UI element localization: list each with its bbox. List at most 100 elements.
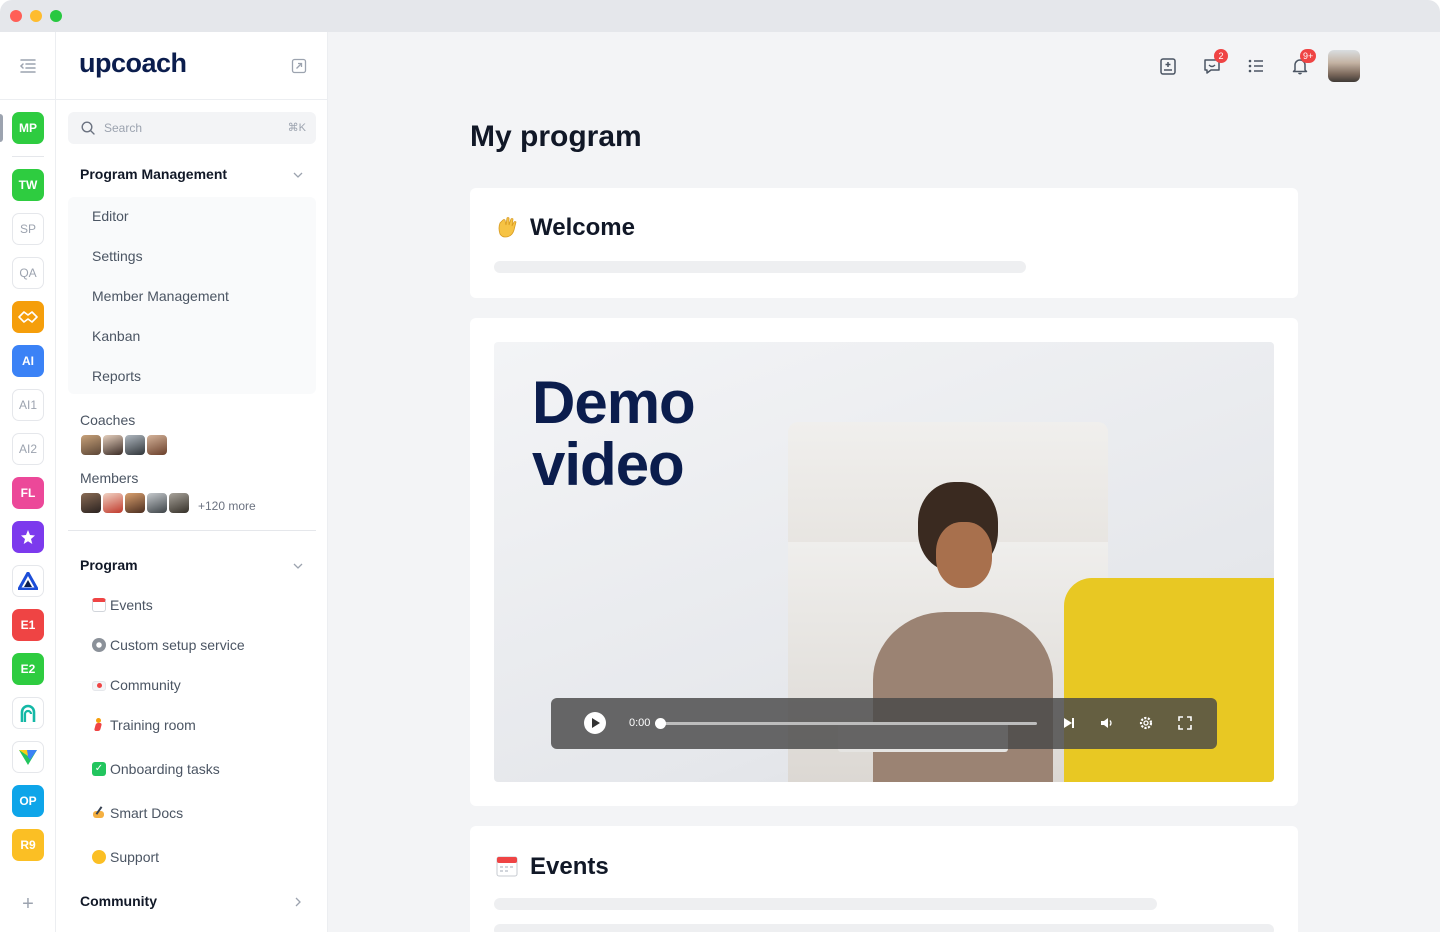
handshake-icon xyxy=(18,310,38,324)
workspace-e2[interactable]: E2 xyxy=(12,653,44,685)
avatar[interactable] xyxy=(168,492,190,514)
rail-active-indicator xyxy=(0,114,3,142)
program-item-smart-docs[interactable]: Smart Docs xyxy=(92,805,183,821)
workspace-r9[interactable]: R9 xyxy=(12,829,44,861)
members-more-count[interactable]: +120 more xyxy=(198,499,256,513)
play-button[interactable] xyxy=(584,712,606,734)
program-management-title: Program Management xyxy=(80,166,228,182)
community-section-header[interactable]: Community xyxy=(80,893,310,909)
avatar[interactable] xyxy=(102,434,124,456)
progress-track[interactable] xyxy=(659,722,1037,725)
menu-item-reports[interactable]: Reports xyxy=(92,368,141,384)
progress-thumb[interactable] xyxy=(655,718,666,729)
add-workspace-button[interactable]: + xyxy=(18,892,38,916)
program-item-support[interactable]: Support xyxy=(92,849,159,865)
calendar-icon xyxy=(92,598,106,612)
avatar[interactable] xyxy=(124,492,146,514)
menu-item-settings[interactable]: Settings xyxy=(92,248,143,264)
avatar[interactable] xyxy=(80,492,102,514)
user-avatar[interactable] xyxy=(1328,50,1360,82)
menu-item-editor[interactable]: Editor xyxy=(92,208,129,224)
chevron-down-icon[interactable] xyxy=(292,169,304,181)
workspace-e1[interactable]: E1 xyxy=(12,609,44,641)
workspace-label: E1 xyxy=(20,618,36,632)
events-title: Events xyxy=(530,853,609,880)
workspace-sp[interactable]: SP xyxy=(12,213,44,245)
program-item-onboarding-tasks[interactable]: ✓ Onboarding tasks xyxy=(92,761,220,777)
workspace-label: E2 xyxy=(20,662,36,676)
fullscreen-icon[interactable] xyxy=(1177,715,1193,731)
check-box-icon: ✓ xyxy=(92,762,106,776)
maximize-window-button[interactable] xyxy=(50,10,62,22)
program-item-custom-setup-service[interactable]: Custom setup service xyxy=(92,637,245,653)
chevron-down-icon[interactable] xyxy=(292,560,304,572)
avatar[interactable] xyxy=(146,434,168,456)
menu-item-kanban[interactable]: Kanban xyxy=(92,328,140,344)
workspace-v-logo-icon[interactable] xyxy=(12,741,44,773)
triangle-logo-icon xyxy=(18,572,38,590)
smile-icon xyxy=(92,850,106,864)
workspace-ai1[interactable]: AI1 xyxy=(12,389,44,421)
list-icon[interactable] xyxy=(1246,56,1266,76)
settings-gear-icon[interactable] xyxy=(1138,715,1154,731)
workspace-label: TW xyxy=(18,178,38,192)
skip-next-icon[interactable] xyxy=(1061,715,1077,731)
program-item-community[interactable]: Community xyxy=(92,677,181,693)
workspace-label: AI2 xyxy=(18,442,37,456)
welcome-skeleton xyxy=(494,261,1026,273)
welcome-title: Welcome xyxy=(530,214,635,241)
volume-icon[interactable] xyxy=(1099,715,1115,731)
workspace-triangle-logo-icon[interactable] xyxy=(12,565,44,597)
program-item-training-room[interactable]: Training room xyxy=(92,717,196,733)
page-title: My program xyxy=(470,120,642,153)
workspace-handshake-icon[interactable] xyxy=(12,301,44,333)
calendar-icon xyxy=(496,856,518,877)
decorative-yellow-block xyxy=(1064,578,1274,782)
video-overlay-title: Demo video xyxy=(532,372,696,496)
collapse-sidebar-icon[interactable] xyxy=(19,58,37,74)
program-management-header[interactable]: Program Management xyxy=(80,166,310,182)
v-logo-icon xyxy=(18,748,38,766)
chevron-right-icon[interactable] xyxy=(292,896,304,908)
workspace-fl[interactable]: FL xyxy=(12,477,44,509)
rail-header xyxy=(0,32,56,100)
search-box[interactable]: ⌘K xyxy=(68,112,316,144)
workspace-ai2[interactable]: AI2 xyxy=(12,433,44,465)
video-card: Demo video 0:00 xyxy=(470,318,1298,806)
workspace-op[interactable]: OP xyxy=(12,785,44,817)
window-titlebar xyxy=(0,0,1440,32)
program-item-events[interactable]: Events xyxy=(92,597,153,613)
chat-badge: 2 xyxy=(1214,49,1228,63)
coaches-avatars[interactable] xyxy=(80,434,168,456)
demo-video-player[interactable]: Demo video 0:00 xyxy=(494,342,1274,782)
program-section-header[interactable]: Program xyxy=(80,557,310,573)
search-input[interactable] xyxy=(104,112,274,144)
open-external-icon[interactable] xyxy=(291,58,307,74)
workspace-qa[interactable]: QA xyxy=(12,257,44,289)
members-avatars[interactable] xyxy=(80,492,190,514)
avatar[interactable] xyxy=(80,434,102,456)
upcoach-logo[interactable]: upcoach xyxy=(79,48,187,79)
workspace-label: R9 xyxy=(20,838,36,852)
menu-item-member-management[interactable]: Member Management xyxy=(92,288,229,304)
workspace-label: SP xyxy=(19,222,36,236)
avatar[interactable] xyxy=(102,492,124,514)
add-page-icon[interactable] xyxy=(1158,56,1178,76)
program-management-submenu: Editor Settings Member Management Kanban… xyxy=(68,197,316,394)
program-item-label: Custom setup service xyxy=(110,637,245,653)
workspace-tw[interactable]: TW xyxy=(12,169,44,201)
workspace-label: QA xyxy=(19,266,37,280)
program-sidebar: upcoach ⌘K Program Management Editor Set… xyxy=(56,32,328,932)
program-item-label: Smart Docs xyxy=(110,805,184,821)
avatar[interactable] xyxy=(146,492,168,514)
minimize-window-button[interactable] xyxy=(30,10,42,22)
workspace-star-icon[interactable] xyxy=(12,521,44,553)
workspace-mp[interactable]: MP xyxy=(12,112,44,144)
program-section-title: Program xyxy=(80,557,138,573)
workspace-ai[interactable]: AI xyxy=(12,345,44,377)
avatar[interactable] xyxy=(124,434,146,456)
workspace-a-logo-icon[interactable] xyxy=(12,697,44,729)
main-content: 2 9+ My program Welcome Demo video 0:00 … xyxy=(328,32,1440,932)
close-window-button[interactable] xyxy=(10,10,22,22)
play-icon xyxy=(592,718,600,728)
